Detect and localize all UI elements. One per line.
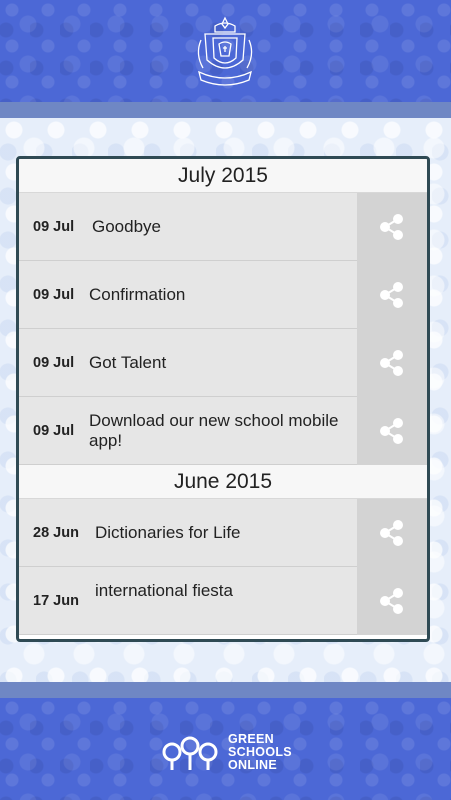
news-title: Confirmation [89,284,186,304]
share-button[interactable] [357,566,427,635]
share-button[interactable] [357,498,427,567]
news-item[interactable]: 28 Jun Dictionaries for Life [19,498,427,567]
news-date: 09 Jul [33,354,75,371]
share-icon [380,587,403,614]
news-title: Download our new school mobile app! [89,410,339,450]
logo-text-line3: ONLINE [228,757,278,772]
share-button[interactable] [357,192,427,261]
news-list-panel[interactable]: July 2015 09 Jul Goodbye 09 Jul Confirma… [16,156,430,642]
news-title: Dictionaries for Life [95,522,241,542]
logo-text-line1: GREEN [228,731,274,746]
news-item[interactable]: 09 Jul Download our new school mobile ap… [19,396,427,465]
share-icon [380,349,403,376]
share-button[interactable] [357,260,427,329]
month-header-june: June 2015 [19,465,427,499]
news-date: 09 Jul [33,286,75,303]
news-item[interactable]: 09 Jul Confirmation [19,260,427,329]
share-icon [380,519,403,546]
news-title: international fiesta [95,580,233,600]
news-item[interactable]: 17 Jun international fiesta [19,566,427,635]
news-item[interactable]: 09 Jul Got Talent [19,328,427,397]
footer-band [0,682,451,698]
news-date: 09 Jul [33,218,75,235]
news-item[interactable]: 09 Jul Goodbye [19,192,427,261]
news-date: 28 Jun [33,524,79,541]
news-title: Got Talent [89,352,167,372]
news-date: 17 Jun [33,592,79,609]
green-schools-online-logo-icon [162,736,218,770]
news-date: 09 Jul [33,422,75,439]
share-icon [380,281,403,308]
green-schools-online-logo: GREEN SCHOOLS ONLINE [160,730,300,774]
header-band [0,102,451,118]
news-title: Goodbye [92,216,161,236]
logo-text-line2: SCHOOLS [228,744,292,759]
month-header-july: July 2015 [19,159,427,193]
share-icon [380,417,403,444]
share-button[interactable] [357,396,427,465]
school-crest-icon [193,14,257,94]
share-icon [380,213,403,240]
share-button[interactable] [357,328,427,397]
